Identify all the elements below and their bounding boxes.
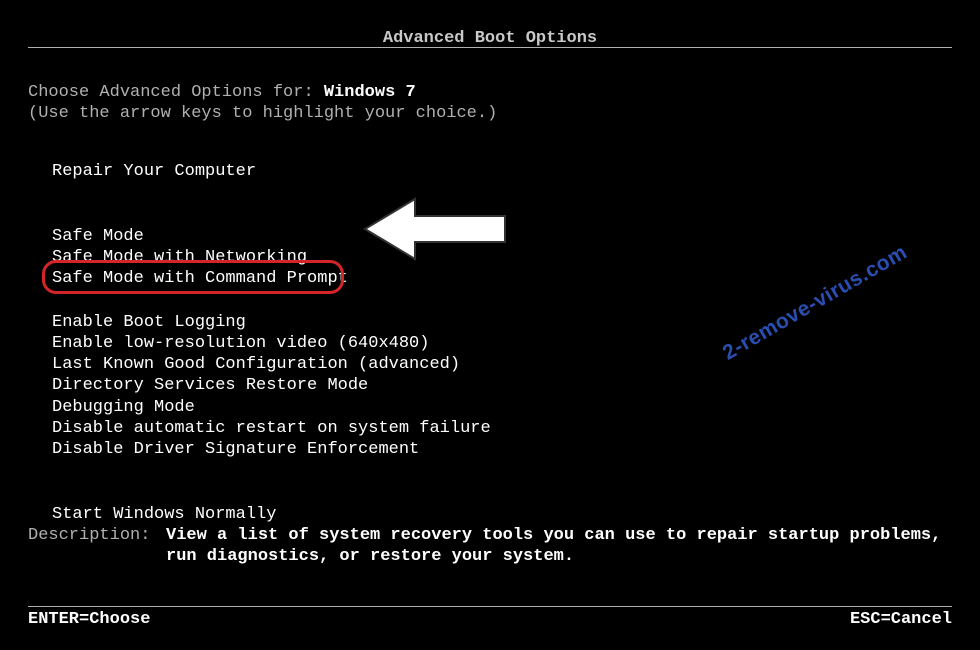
os-name: Windows 7: [324, 83, 416, 102]
menu-item-repair[interactable]: Repair Your Computer: [52, 161, 952, 182]
menu-item-debugging[interactable]: Debugging Mode: [52, 397, 952, 418]
footer-bar: ENTER=Choose ESC=Cancel: [28, 609, 952, 630]
menu-item-last-known-good[interactable]: Last Known Good Configuration (advanced): [52, 354, 952, 375]
highlight-annotation: [42, 260, 344, 294]
menu-item-ds-restore[interactable]: Directory Services Restore Mode: [52, 375, 952, 396]
arrow-annotation-icon: [360, 194, 510, 264]
prompt-line-2: (Use the arrow keys to highlight your ch…: [28, 103, 952, 124]
footer-esc: ESC=Cancel: [850, 609, 952, 630]
menu-item-disable-auto-restart[interactable]: Disable automatic restart on system fail…: [52, 418, 952, 439]
divider-bottom: [28, 606, 952, 607]
menu-item-disable-driver-sig[interactable]: Disable Driver Signature Enforcement: [52, 439, 952, 460]
description-text: View a list of system recovery tools you…: [166, 525, 952, 568]
menu-item-start-normally[interactable]: Start Windows Normally: [52, 504, 952, 525]
prompt-line-1: Choose Advanced Options for: Windows 7: [28, 82, 952, 103]
menu-item-low-res[interactable]: Enable low-resolution video (640x480): [52, 333, 952, 354]
description-block: Description: View a list of system recov…: [28, 525, 952, 568]
footer-enter: ENTER=Choose: [28, 609, 150, 630]
prompt-prefix: Choose Advanced Options for:: [28, 83, 324, 102]
description-label: Description:: [28, 525, 166, 568]
divider-top: [28, 47, 952, 48]
